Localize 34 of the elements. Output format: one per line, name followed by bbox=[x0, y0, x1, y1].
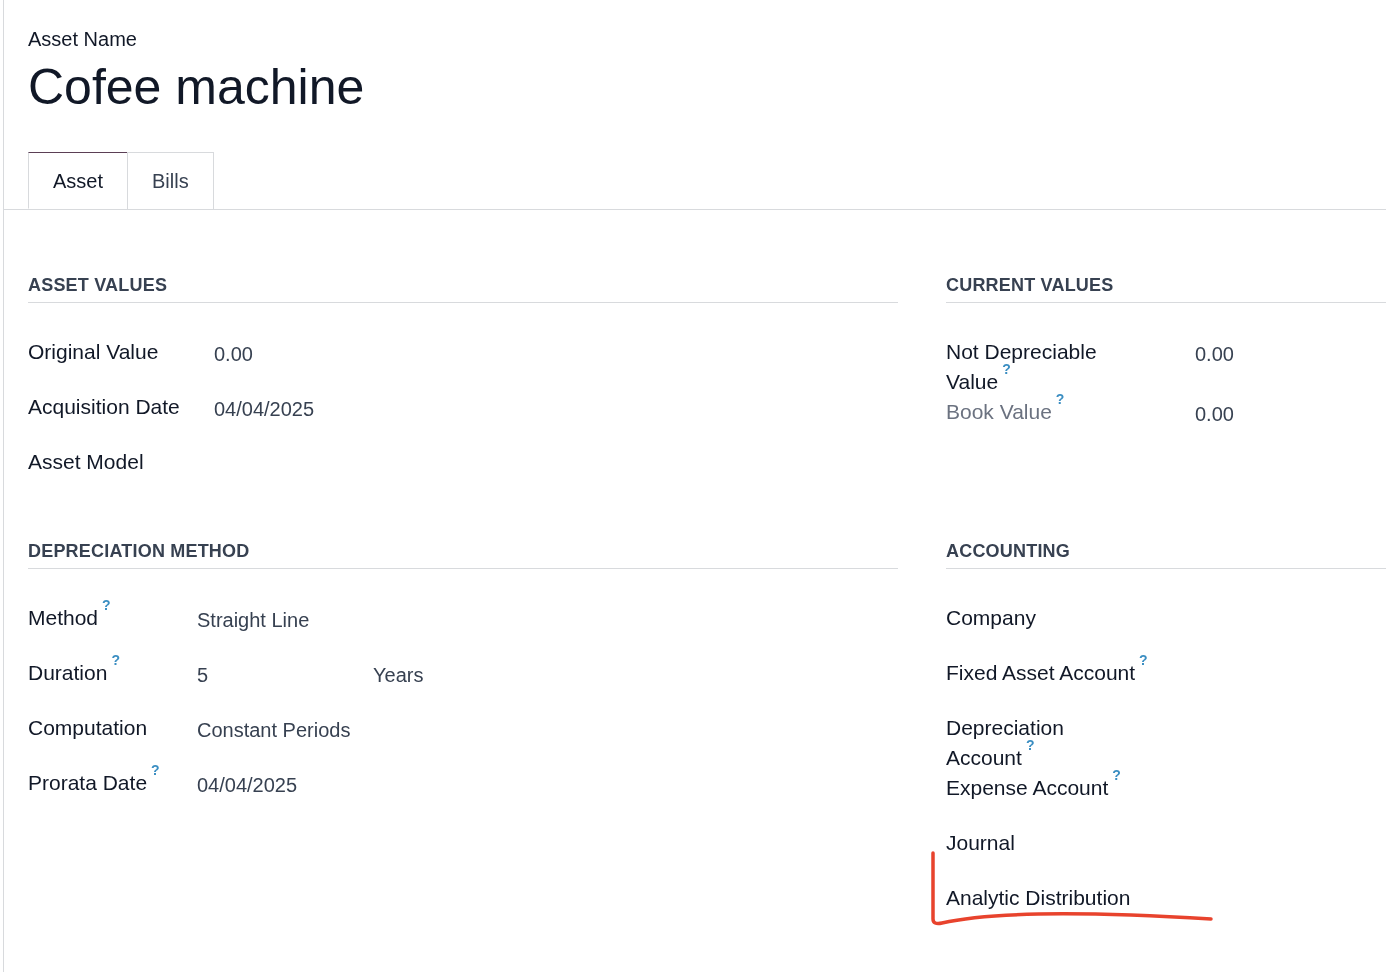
help-tooltip-icon[interactable]: ? bbox=[1112, 767, 1121, 783]
field-label: Company bbox=[946, 605, 1036, 631]
field-label: Asset Model bbox=[28, 449, 144, 475]
field-value: Constant Periods bbox=[197, 718, 352, 743]
help-tooltip-icon[interactable]: ? bbox=[102, 597, 111, 613]
field-label: Journal bbox=[946, 830, 1015, 856]
section-heading: ASSET VALUES bbox=[28, 272, 898, 303]
unit-label: Years bbox=[373, 663, 424, 688]
help-tooltip-icon[interactable]: ? bbox=[1025, 737, 1035, 753]
tab[interactable]: Bills bbox=[127, 152, 214, 209]
field-label: Analytic Distribution bbox=[946, 885, 1131, 911]
field-value: Straight Line bbox=[197, 608, 311, 633]
section-heading: DEPRECIATION METHOD bbox=[28, 538, 898, 569]
field-label: Original Value bbox=[28, 339, 159, 365]
help-tooltip-icon[interactable]: ? bbox=[1055, 391, 1065, 407]
field-value: 0.00 bbox=[1195, 342, 1235, 367]
field-value: 04/04/2025 bbox=[197, 773, 299, 798]
field-value: 0.00 bbox=[1195, 402, 1235, 427]
field-value: 0.00 bbox=[214, 342, 254, 367]
field-label: Not Depreciable Value $^{?}$ bbox=[946, 339, 1098, 394]
field-value: 5 bbox=[197, 663, 210, 688]
section-heading: ACCOUNTING bbox=[946, 538, 1386, 569]
help-tooltip-icon[interactable]: ? bbox=[151, 762, 160, 778]
field-label: Computation bbox=[28, 715, 148, 741]
help-tooltip-icon[interactable]: ? bbox=[111, 652, 120, 668]
section-heading: CURRENT VALUES bbox=[946, 272, 1386, 303]
field-label: Depreciation Account $^{?}$ bbox=[946, 715, 1065, 771]
help-tooltip-icon[interactable]: ? bbox=[1139, 652, 1148, 668]
help-tooltip-icon[interactable]: ? bbox=[1002, 361, 1011, 377]
asset-name-title: Cofee machine bbox=[28, 58, 366, 117]
field-value: 04/04/2025 bbox=[214, 397, 316, 422]
field-label: Acquisition Date bbox=[28, 394, 180, 420]
field-label: Asset Name bbox=[28, 27, 138, 52]
tab[interactable]: Asset bbox=[28, 152, 129, 209]
